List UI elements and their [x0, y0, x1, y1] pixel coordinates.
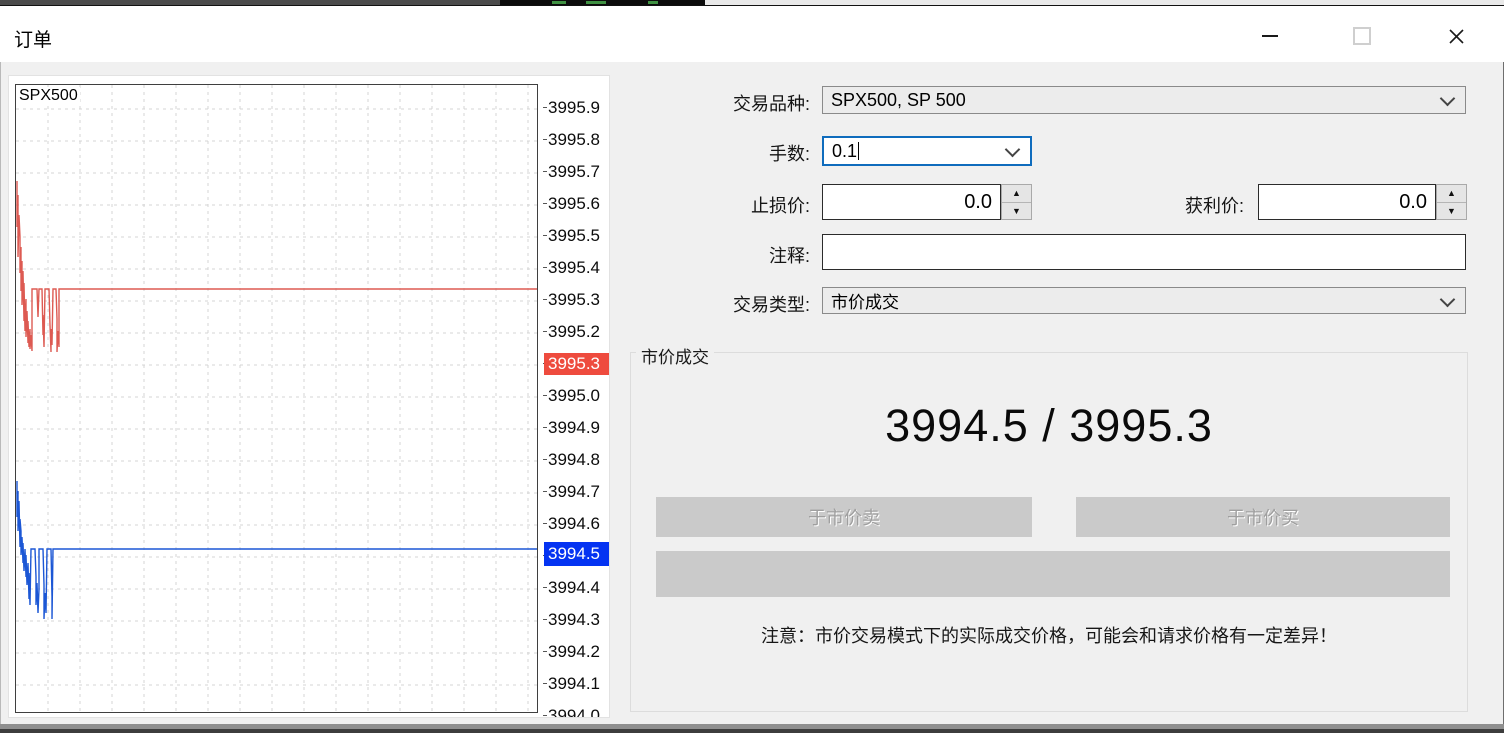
order-type-value: 市价成交 [831, 288, 899, 313]
title-bar: 订单 [0, 5, 1504, 62]
window-title: 订单 [14, 25, 52, 52]
spin-down-icon[interactable]: ▼ [1437, 203, 1466, 220]
comment-input[interactable] [822, 234, 1466, 270]
axis-tick: 3995.9 [548, 98, 610, 118]
axis-tick: 3995.2 [548, 322, 610, 342]
background-window-bottom-strip-dark [0, 729, 1504, 733]
minimize-icon [1262, 35, 1278, 37]
axis-tickmark [543, 171, 547, 172]
chevron-down-icon [1440, 291, 1456, 307]
axis-tickmark [543, 683, 547, 684]
axis-tick: 3994.1 [548, 674, 610, 694]
sell-by-market-button[interactable]: 于市价卖 [656, 497, 1032, 537]
axis-tick: 3994.6 [548, 514, 610, 534]
text-caret [858, 142, 859, 160]
axis-tickmark [543, 299, 547, 300]
buy-by-market-button[interactable]: 于市价买 [1076, 497, 1450, 537]
order-dialog: 订单 SPX500 3995.9 3995.8 3995.7 3995.6 3995.5… [0, 0, 1504, 733]
volume-label: 手数: [630, 140, 810, 166]
chevron-down-icon [1005, 142, 1021, 158]
axis-tick: 3995.8 [548, 130, 610, 150]
close-icon [1448, 28, 1465, 45]
comment-label: 注释: [630, 242, 810, 268]
spin-down-icon[interactable]: ▼ [1002, 203, 1031, 220]
groupbox-title: 市价成交 [636, 343, 714, 368]
axis-tickmark [543, 427, 547, 428]
background-strip-green-marks [552, 1, 566, 4]
chart-symbol-label: SPX500 [19, 87, 80, 105]
symbol-dropdown-value: SPX500, SP 500 [831, 90, 966, 111]
axis-tickmark [543, 267, 547, 268]
ask-price-badge: 3995.3 [544, 353, 610, 375]
price-axis: 3995.9 3995.8 3995.7 3995.6 3995.5 3995.4 3995… [9, 76, 610, 718]
chevron-down-icon [1440, 91, 1456, 107]
take-profit-label: 获利价: [1064, 192, 1244, 218]
axis-tick: 3994.4 [548, 578, 610, 598]
axis-tick: 3994.0 [548, 706, 610, 718]
stop-loss-label: 止损价: [630, 192, 810, 218]
axis-tickmark [543, 523, 547, 524]
axis-tick: 3995.0 [548, 386, 610, 406]
axis-tick: 3994.3 [548, 610, 610, 630]
axis-tick: 3995.5 [548, 226, 610, 246]
axis-tickmark [543, 203, 547, 204]
axis-tick: 3994.8 [548, 450, 610, 470]
disabled-action-bar [656, 551, 1450, 597]
maximize-button [1339, 16, 1385, 56]
axis-tick: 3995.6 [548, 194, 610, 214]
stop-loss-spinner[interactable]: ▲ ▼ [1001, 184, 1032, 220]
symbol-dropdown[interactable]: SPX500, SP 500 [822, 86, 1466, 114]
take-profit-spinner[interactable]: ▲ ▼ [1436, 184, 1467, 220]
bid-ask-quote: 3994.5 / 3995.3 [630, 400, 1468, 452]
stop-loss-input[interactable]: 0.0 [822, 184, 1001, 220]
spin-up-icon[interactable]: ▲ [1437, 185, 1466, 203]
symbol-label: 交易品种: [630, 90, 810, 116]
execution-note: 注意：市价交易模式下的实际成交价格，可能会和请求价格有一定差异！ [630, 622, 1468, 648]
order-type-dropdown[interactable]: 市价成交 [822, 287, 1466, 314]
axis-tick: 3995.4 [548, 258, 610, 278]
axis-tickmark [543, 395, 547, 396]
axis-tickmark [543, 619, 547, 620]
axis-tickmark [543, 715, 547, 716]
axis-tickmark [543, 107, 547, 108]
volume-input[interactable]: 0.1 [822, 136, 1032, 166]
axis-tick: 3995.3 [548, 290, 610, 310]
tick-chart-panel: SPX500 3995.93995.83995.73995.63995.5399… [8, 75, 610, 718]
bid-price-badge: 3994.5 [544, 542, 610, 566]
background-strip-green-marks [648, 1, 658, 4]
background-strip-green-marks [586, 1, 606, 4]
axis-tick: 3994.7 [548, 482, 610, 502]
axis-tickmark [543, 139, 547, 140]
axis-tick: 3995.7 [548, 162, 610, 182]
maximize-icon [1353, 27, 1371, 45]
spin-up-icon[interactable]: ▲ [1002, 185, 1031, 203]
close-button[interactable] [1433, 16, 1479, 56]
axis-tickmark [543, 587, 547, 588]
axis-tickmark [543, 651, 547, 652]
axis-tick: 3994.9 [548, 418, 610, 438]
axis-tickmark [543, 459, 547, 460]
axis-tick: 3994.2 [548, 642, 610, 662]
minimize-button[interactable] [1247, 16, 1293, 56]
axis-tickmark [543, 491, 547, 492]
axis-tickmark [543, 331, 547, 332]
axis-tickmark [543, 235, 547, 236]
order-type-label: 交易类型: [630, 291, 810, 317]
take-profit-input[interactable]: 0.0 [1258, 184, 1436, 220]
volume-value: 0.1 [832, 141, 857, 162]
